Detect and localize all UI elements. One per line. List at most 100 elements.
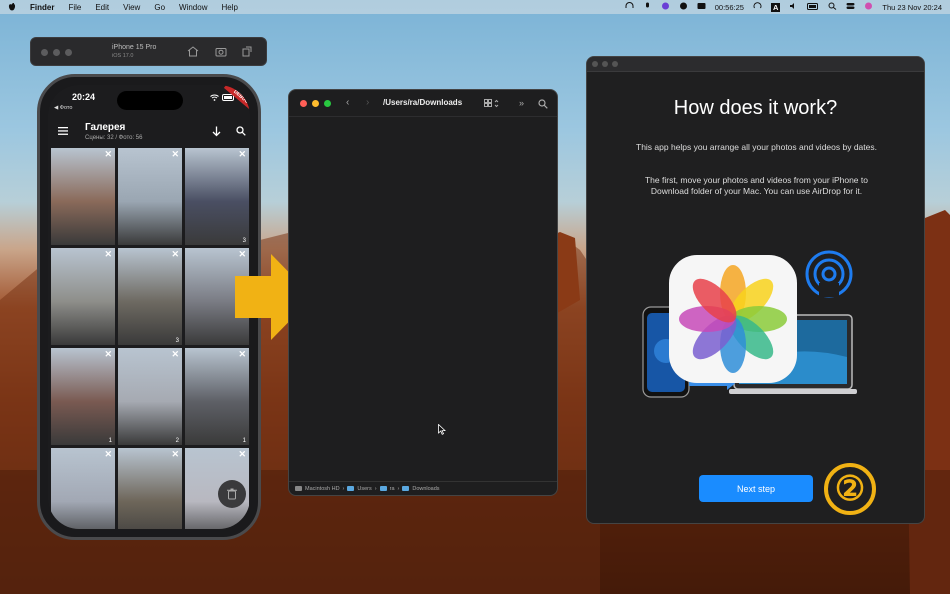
home-icon[interactable] bbox=[187, 46, 199, 57]
simulator-os-version: iOS 17.0 bbox=[112, 53, 134, 59]
menu-go[interactable]: Go bbox=[154, 3, 165, 12]
menu-app-name[interactable]: Finder bbox=[30, 3, 54, 12]
separator-chevron-icon: › bbox=[342, 485, 345, 492]
close-button[interactable] bbox=[300, 100, 307, 107]
remove-photo-icon[interactable]: ✕ bbox=[104, 249, 112, 260]
menu-edit[interactable]: Edit bbox=[95, 3, 109, 12]
folder-icon bbox=[402, 486, 410, 491]
phone-screen: 20:24 ◀ Фото DEBUG Галерея Сцены: 32 / Ф… bbox=[48, 85, 250, 529]
control-center-icon[interactable] bbox=[846, 2, 855, 12]
onboarding-titlebar bbox=[587, 57, 924, 72]
menu-file[interactable]: File bbox=[68, 3, 81, 12]
photo-grid: ✕✕✕3✕✕3✕✕1✕2✕1✕1✕✕ bbox=[51, 148, 249, 529]
back-chevron-icon[interactable]: ‹ bbox=[346, 97, 349, 108]
remove-photo-icon[interactable]: ✕ bbox=[171, 149, 179, 160]
timer-text[interactable]: 00:56:25 bbox=[715, 3, 744, 12]
airdrop-icon[interactable] bbox=[753, 2, 762, 12]
photos-app-icon bbox=[669, 255, 797, 383]
telegram-icon[interactable] bbox=[679, 2, 688, 12]
photos-transfer-illustration bbox=[642, 250, 857, 398]
finder-path-title: /Users/ra/Downloads bbox=[383, 98, 463, 107]
gallery-header: Галерея Сцены: 32 / Фото: 56 bbox=[48, 119, 250, 147]
close-button[interactable] bbox=[592, 61, 598, 67]
zoom-button[interactable] bbox=[324, 100, 331, 107]
rotate-icon[interactable] bbox=[241, 46, 253, 57]
volume-icon[interactable] bbox=[789, 2, 798, 12]
forward-chevron-icon[interactable]: › bbox=[366, 97, 369, 108]
step-two-marker: ② bbox=[824, 463, 876, 515]
photo-thumbnail[interactable]: ✕1 bbox=[51, 448, 115, 529]
zoom-button[interactable] bbox=[65, 49, 72, 56]
minimize-button[interactable] bbox=[602, 61, 608, 67]
menu-bar: Finder File Edit View Go Window Help 00:… bbox=[0, 0, 950, 14]
remove-photo-icon[interactable]: ✕ bbox=[104, 149, 112, 160]
input-source[interactable]: A bbox=[770, 2, 781, 12]
next-step-button[interactable]: Next step bbox=[699, 475, 813, 502]
photo-thumbnail[interactable]: ✕ 2 bbox=[118, 348, 182, 445]
onboarding-intro-text: This app helps you arrange all your phot… bbox=[636, 142, 877, 152]
photo-thumbnail[interactable]: ✕ 3 bbox=[118, 248, 182, 345]
path-item-downloads[interactable]: Downloads bbox=[412, 486, 439, 492]
photo-thumbnail[interactable]: ✕ bbox=[51, 148, 115, 245]
battery-icon[interactable] bbox=[807, 2, 819, 12]
path-item-users[interactable]: Users bbox=[357, 486, 371, 492]
photo-count-badge: 1 bbox=[108, 438, 112, 444]
back-to-photos-link[interactable]: ◀ Фото bbox=[54, 105, 72, 111]
remove-photo-icon[interactable]: ✕ bbox=[171, 349, 179, 360]
menu-help[interactable]: Help bbox=[221, 3, 237, 12]
remove-photo-icon[interactable]: ✕ bbox=[104, 349, 112, 360]
menu-icon[interactable] bbox=[58, 127, 68, 135]
minimize-button[interactable] bbox=[53, 49, 60, 56]
airdrop-signal-icon bbox=[805, 250, 853, 298]
screen-record-icon[interactable] bbox=[697, 2, 706, 12]
photo-count-badge: 1 bbox=[242, 438, 246, 444]
photo-thumbnail[interactable]: ✕ 3 bbox=[185, 148, 249, 245]
minimize-button[interactable] bbox=[312, 100, 319, 107]
gallery-title: Галерея bbox=[85, 122, 126, 133]
simulator-titlebar: iPhone 15 Pro iOS 17.0 bbox=[30, 37, 267, 66]
separator-chevron-icon: › bbox=[374, 485, 377, 492]
remove-photo-icon[interactable]: ✕ bbox=[171, 249, 179, 260]
zoom-button[interactable] bbox=[612, 61, 618, 67]
remove-photo-icon[interactable]: ✕ bbox=[238, 349, 246, 360]
menu-window[interactable]: Window bbox=[179, 3, 207, 12]
view-grid-icon[interactable] bbox=[484, 99, 501, 108]
headphones-icon[interactable] bbox=[625, 2, 634, 12]
clock-datetime[interactable]: Thu 23 Nov 20:24 bbox=[882, 3, 942, 12]
remove-photo-icon[interactable]: ✕ bbox=[171, 449, 179, 460]
photo-thumbnail[interactable]: ✕ bbox=[118, 448, 182, 529]
screenshot-icon[interactable] bbox=[215, 46, 227, 57]
photo-thumbnail[interactable]: ✕1 bbox=[185, 348, 249, 445]
disk-icon bbox=[295, 486, 302, 491]
gallery-counts: Сцены: 32 / Фото: 56 bbox=[85, 135, 143, 141]
path-item-user[interactable]: ra bbox=[390, 486, 395, 492]
finder-window: ‹ › /Users/ra/Downloads » Macintosh HD ›… bbox=[288, 89, 558, 496]
remove-photo-icon[interactable]: ✕ bbox=[238, 449, 246, 460]
dynamic-island bbox=[117, 91, 183, 110]
search-icon[interactable] bbox=[828, 2, 837, 12]
photo-thumbnail[interactable]: ✕ bbox=[118, 148, 182, 245]
close-button[interactable] bbox=[41, 49, 48, 56]
folder-icon bbox=[379, 486, 387, 491]
search-icon[interactable] bbox=[538, 99, 548, 109]
microphone-icon[interactable] bbox=[643, 2, 652, 12]
toolbar-divider bbox=[289, 116, 557, 117]
photo-thumbnail[interactable]: ✕1 bbox=[51, 348, 115, 445]
search-icon[interactable] bbox=[236, 126, 246, 136]
download-arrow-icon[interactable] bbox=[212, 126, 221, 137]
wifi-icon bbox=[210, 94, 219, 101]
onboarding-heading: How does it work? bbox=[673, 97, 838, 119]
delete-button[interactable] bbox=[218, 480, 246, 508]
more-chevrons-icon[interactable]: » bbox=[519, 98, 524, 108]
apple-icon[interactable] bbox=[8, 2, 16, 13]
photo-thumbnail[interactable]: ✕ bbox=[51, 248, 115, 345]
window-controls bbox=[300, 100, 331, 107]
remove-photo-icon[interactable]: ✕ bbox=[104, 449, 112, 460]
menu-view[interactable]: View bbox=[123, 3, 140, 12]
vpn-icon[interactable] bbox=[661, 2, 670, 12]
remove-photo-icon[interactable]: ✕ bbox=[238, 149, 246, 160]
siri-icon[interactable] bbox=[864, 2, 873, 12]
photo-count-badge: 2 bbox=[175, 438, 179, 444]
path-item-disk[interactable]: Macintosh HD bbox=[305, 486, 340, 492]
trash-icon bbox=[227, 488, 237, 500]
